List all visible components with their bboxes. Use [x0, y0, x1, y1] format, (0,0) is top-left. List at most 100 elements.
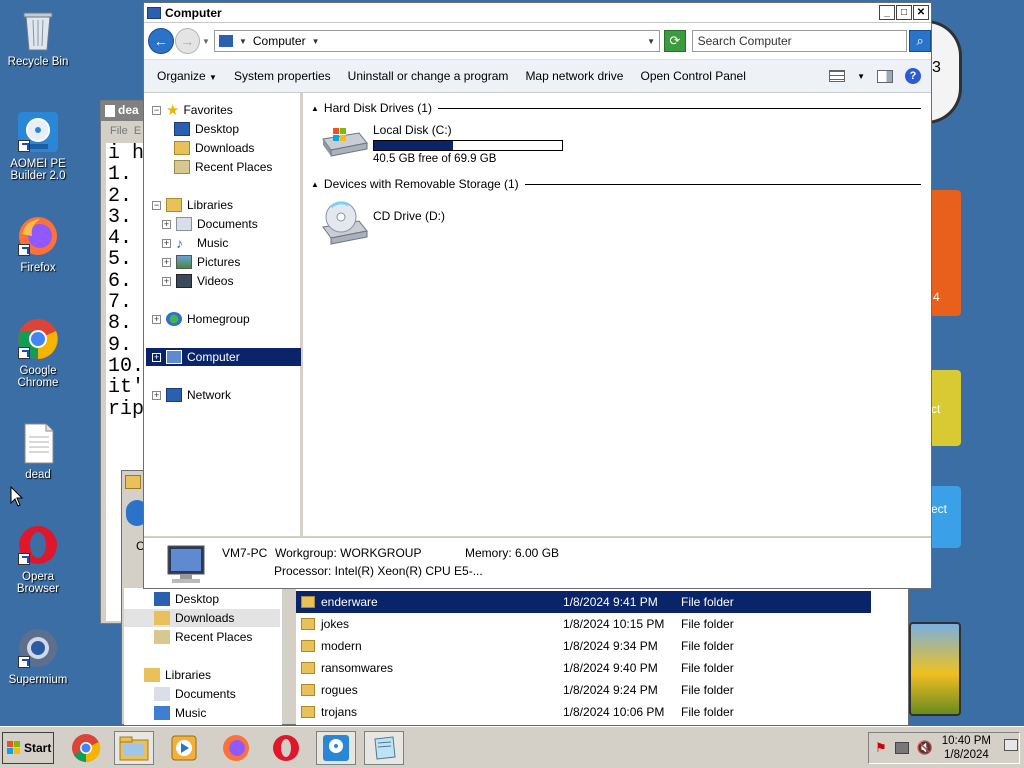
address-field[interactable]: ▼ Computer ▼ ▼ [213, 30, 661, 52]
view-options-icon[interactable] [829, 70, 846, 82]
nav-libraries-behind[interactable]: Libraries [144, 666, 211, 684]
expand-icon[interactable]: + [162, 238, 171, 248]
menu-file[interactable]: File [110, 125, 128, 137]
calendar-gadget[interactable]: 4 [929, 190, 961, 316]
desktop-icon-supermium[interactable]: Supermium [0, 626, 76, 686]
uninstall-program-button[interactable]: Uninstall or change a program [348, 69, 509, 83]
crumb-dropdown-icon[interactable]: ▼ [312, 37, 320, 46]
expand-icon[interactable]: + [162, 276, 171, 286]
breadcrumb-arrow-icon[interactable]: ▼ [239, 37, 247, 46]
taskbar-aomei[interactable] [316, 731, 356, 765]
volume-muted-icon[interactable]: 🔇 [917, 740, 933, 756]
collapse-triangle-icon[interactable]: ▲ [311, 104, 319, 113]
nav-network[interactable]: + Network [152, 386, 231, 404]
search-button[interactable]: ⌕ [909, 30, 931, 52]
collapse-icon[interactable]: − [152, 105, 161, 115]
nav-desktop-behind[interactable]: Desktop [154, 590, 219, 608]
blue-card-gadget[interactable]: ect [929, 486, 961, 548]
close-button[interactable]: ✕ [913, 5, 929, 20]
drive-cd-d[interactable]: CD Drive (D:) [319, 197, 445, 245]
minimize-button[interactable]: _ [879, 5, 895, 20]
expand-icon[interactable]: + [162, 257, 171, 267]
nav-music[interactable]: + ♪ Music [162, 234, 228, 252]
nav-downloads-behind[interactable]: Downloads [124, 609, 280, 627]
titlebar[interactable]: Computer _ □ ✕ [144, 3, 931, 23]
maximize-button[interactable]: □ [896, 5, 912, 20]
open-control-panel-button[interactable]: Open Control Panel [640, 69, 745, 83]
nav-downloads[interactable]: Downloads [174, 139, 254, 157]
documents-icon [176, 217, 192, 231]
group-divider [437, 107, 921, 109]
desktop-icon-firefox[interactable]: Firefox [0, 214, 76, 274]
action-center-icon[interactable]: ⚑ [875, 740, 887, 756]
organize-button[interactable]: Organize ▼ [157, 69, 217, 83]
table-row[interactable]: trojans 1/8/2024 10:06 PM File folder [296, 701, 871, 723]
table-row[interactable]: ransomwares 1/8/2024 9:40 PM File folder [296, 657, 871, 679]
computer-window[interactable]: Computer _ □ ✕ ← → ▼ ▼ Computer ▼ ▼ ⟳ Se… [143, 2, 932, 589]
desktop-icon-opera[interactable]: Opera Browser [0, 523, 76, 595]
expand-icon[interactable]: + [152, 352, 161, 362]
nav-videos[interactable]: + Videos [162, 272, 233, 290]
nav-pictures[interactable]: + Pictures [162, 253, 240, 271]
table-row[interactable]: modern 1/8/2024 9:34 PM File folder [296, 635, 871, 657]
address-dropdown-icon[interactable]: ▼ [647, 37, 655, 46]
refresh-icon: ⟳ [669, 33, 681, 48]
nav-libraries[interactable]: − Libraries [152, 196, 233, 214]
table-row[interactable]: rogues 1/8/2024 9:24 PM File folder [296, 679, 871, 701]
menu-edit[interactable]: E [134, 125, 141, 137]
show-desktop-button[interactable] [1004, 739, 1018, 751]
taskbar-opera[interactable] [266, 731, 306, 765]
drive-local-c[interactable]: Local Disk (C:) 40.5 GB free of 69.9 GB [319, 123, 563, 165]
address-crumb[interactable]: Computer [253, 34, 306, 48]
system-properties-button[interactable]: System properties [234, 69, 331, 83]
expand-icon[interactable]: + [152, 390, 161, 400]
nav-music-behind[interactable]: Music [154, 704, 206, 722]
network-tray-icon[interactable] [894, 742, 909, 754]
nav-desktop[interactable]: Desktop [174, 120, 239, 138]
folder-titlebar-icon [125, 475, 141, 489]
start-button[interactable]: Start [2, 732, 54, 764]
refresh-button[interactable]: ⟳ [664, 30, 686, 52]
taskbar-firefox[interactable] [216, 731, 256, 765]
desktop-icon-chrome[interactable]: Google Chrome [0, 317, 76, 389]
map-network-drive-button[interactable]: Map network drive [525, 69, 623, 83]
back-button[interactable]: ← [148, 28, 174, 54]
nav-favorites[interactable]: − ★ Favorites [152, 101, 233, 119]
desktop-icon-recycle-bin[interactable]: Recycle Bin [0, 8, 76, 68]
taskbar-explorer[interactable] [114, 731, 154, 765]
clock[interactable]: 10:40 PM 1/8/2024 [942, 734, 991, 762]
history-dropdown-icon[interactable]: ▼ [202, 37, 210, 46]
workgroup: Workgroup: WORKGROUP [275, 546, 422, 560]
content-pane: ▲ Hard Disk Drives (1) Local Disk (C:) 40… [303, 93, 931, 536]
taskbar-media-player[interactable] [164, 731, 204, 765]
preview-pane-icon[interactable] [877, 69, 893, 83]
expand-icon[interactable]: + [162, 219, 171, 229]
taskbar-notepad[interactable] [364, 731, 404, 765]
nav-documents-behind[interactable]: Documents [154, 685, 236, 703]
photo-gadget[interactable] [909, 622, 961, 716]
nav-homegroup[interactable]: + Homegroup [152, 310, 250, 328]
forward-button[interactable]: → [174, 28, 201, 54]
yellow-card-gadget[interactable]: ct [929, 370, 961, 446]
desktop-icon [174, 122, 190, 136]
folder-icon [301, 706, 315, 718]
nav-recent-behind[interactable]: Recent Places [154, 628, 252, 646]
opera-icon [273, 735, 299, 761]
pc-name: VM7-PC [222, 546, 268, 560]
expand-icon[interactable]: + [152, 314, 161, 324]
desktop-icon-aomei[interactable]: AOMEI PE Builder 2.0 [0, 110, 76, 182]
search-input[interactable]: Search Computer [691, 30, 908, 52]
nav-recent-places[interactable]: Recent Places [174, 158, 272, 176]
view-dropdown-icon[interactable]: ▼ [857, 72, 865, 81]
table-row[interactable]: jokes 1/8/2024 10:15 PM File folder [296, 613, 871, 635]
taskbar-chrome[interactable] [66, 731, 106, 765]
group-removable-storage[interactable]: ▲ Devices with Removable Storage (1) [311, 177, 921, 191]
help-icon[interactable]: ? [905, 68, 921, 84]
nav-documents[interactable]: + Documents [162, 215, 258, 233]
group-hard-disk-drives[interactable]: ▲ Hard Disk Drives (1) [311, 101, 921, 115]
table-row[interactable]: enderware 1/8/2024 9:41 PM File folder [296, 591, 871, 613]
collapse-icon[interactable]: − [152, 200, 161, 210]
nav-computer[interactable]: + Computer [146, 348, 301, 366]
collapse-triangle-icon[interactable]: ▲ [311, 180, 319, 189]
desktop-icon-dead[interactable]: dead [0, 421, 76, 481]
